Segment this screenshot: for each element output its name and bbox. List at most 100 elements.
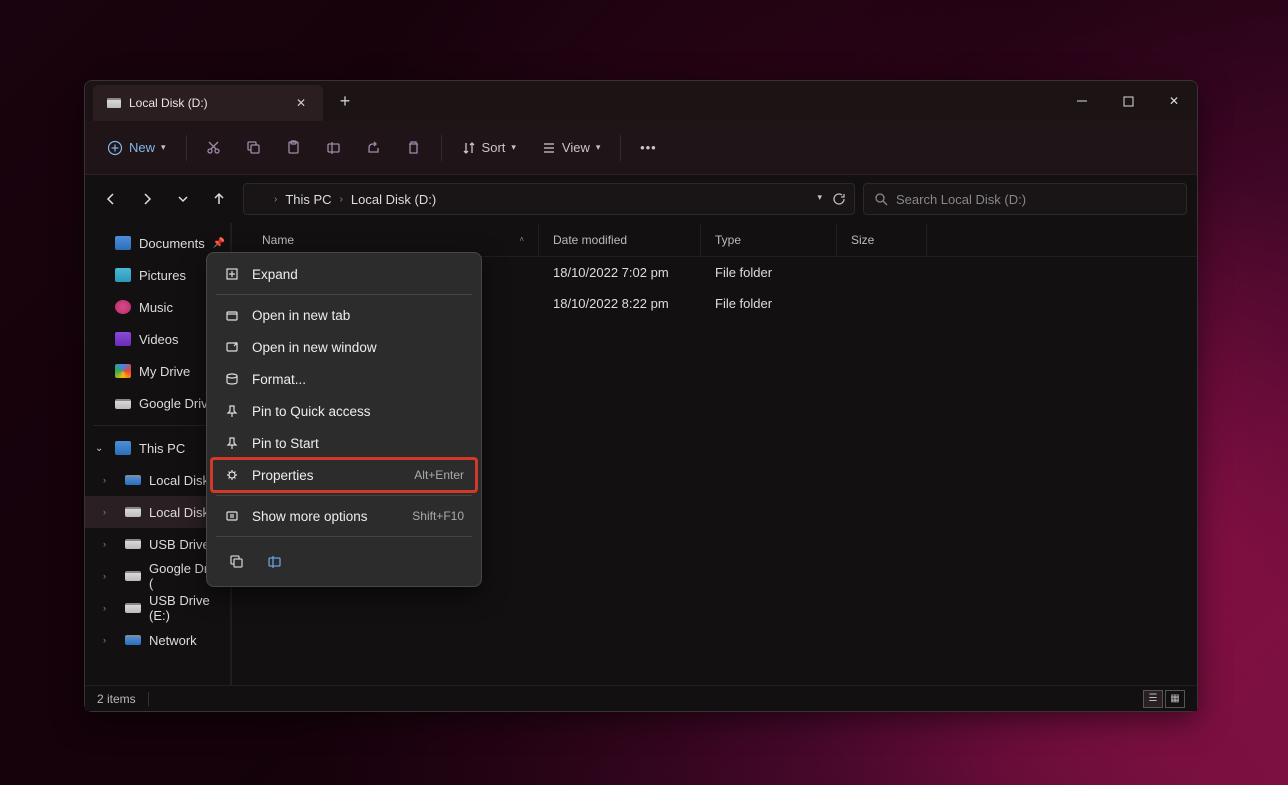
menu-item-pin-to-start[interactable]: Pin to Start	[212, 427, 476, 459]
close-tab-button[interactable]: ✕	[289, 91, 313, 115]
drive-icon	[125, 475, 141, 485]
drive-icon	[115, 399, 131, 409]
menu-item-open-in-new-tab[interactable]: Open in new tab	[212, 299, 476, 331]
list-icon	[542, 141, 556, 155]
sort-icon	[462, 141, 476, 155]
menu-separator	[216, 495, 472, 496]
more-button[interactable]: •••	[631, 131, 665, 165]
drive-icon	[125, 603, 141, 613]
menu-item-properties[interactable]: PropertiesAlt+Enter	[212, 459, 476, 491]
sidebar-item-label: USB Drive (E:)	[149, 593, 230, 623]
column-header-size[interactable]: Size	[837, 223, 927, 256]
separator	[93, 425, 222, 426]
search-box[interactable]: Search Local Disk (D:)	[863, 183, 1187, 215]
copy-action-button[interactable]	[222, 547, 250, 575]
close-window-button[interactable]: ✕	[1151, 81, 1197, 121]
menu-item-label: Format...	[252, 372, 306, 387]
drive-icon	[252, 194, 266, 204]
sidebar-item-label: Videos	[139, 332, 179, 347]
breadcrumb-current[interactable]: Local Disk (D:)	[351, 192, 436, 207]
new-button-label: New	[129, 140, 155, 155]
shortcut-label: Shift+F10	[412, 509, 464, 523]
item-count: 2 items	[97, 692, 136, 706]
ellipsis-icon: •••	[640, 140, 657, 155]
separator	[148, 692, 149, 706]
search-placeholder: Search Local Disk (D:)	[896, 192, 1026, 207]
window-tab[interactable]: Local Disk (D:) ✕	[93, 85, 323, 121]
chevron-right-icon: ›	[103, 539, 106, 549]
column-header-date[interactable]: Date modified	[539, 223, 701, 256]
sidebar-item-label: This PC	[139, 441, 185, 456]
sidebar-item-drive[interactable]: › USB Drive (E:)	[85, 592, 230, 624]
rename-action-button[interactable]	[260, 547, 288, 575]
minimize-button[interactable]	[1059, 81, 1105, 121]
new-window-icon	[224, 339, 240, 355]
window-controls: ✕	[1059, 81, 1197, 121]
chevron-down-icon: ⌄	[95, 443, 103, 454]
status-bar: 2 items ☰ ▦	[85, 685, 1197, 711]
new-tab-button[interactable]: +	[327, 81, 363, 121]
sidebar-item-label: My Drive	[139, 364, 190, 379]
sort-button[interactable]: Sort ▾	[452, 131, 526, 165]
new-button[interactable]: New ▾	[97, 131, 176, 165]
format-icon	[224, 371, 240, 387]
forward-button[interactable]	[131, 183, 163, 215]
drive-icon	[125, 571, 141, 581]
view-button[interactable]: View ▾	[532, 131, 610, 165]
share-button[interactable]	[357, 131, 391, 165]
menu-item-expand[interactable]: Expand	[212, 258, 476, 290]
menu-item-label: Pin to Start	[252, 436, 319, 451]
pictures-icon	[115, 268, 131, 282]
maximize-button[interactable]	[1105, 81, 1151, 121]
menu-item-label: Expand	[252, 267, 298, 282]
back-button[interactable]	[95, 183, 127, 215]
refresh-button[interactable]	[832, 192, 846, 206]
sort-button-label: Sort	[482, 140, 506, 155]
rename-button[interactable]	[317, 131, 351, 165]
sidebar-item-label: Documents	[139, 236, 205, 251]
menu-item-show-more-options[interactable]: Show more optionsShift+F10	[212, 500, 476, 532]
menu-item-open-in-new-window[interactable]: Open in new window	[212, 331, 476, 363]
column-header-type[interactable]: Type	[701, 223, 837, 256]
pin-icon: 📌	[213, 238, 225, 249]
context-menu: Expand Open in new tab Open in new window F…	[206, 252, 482, 587]
chevron-right-icon: ›	[103, 603, 106, 613]
breadcrumb-root[interactable]: This PC	[285, 192, 331, 207]
separator	[441, 135, 442, 161]
delete-button[interactable]	[397, 131, 431, 165]
paste-button[interactable]	[277, 131, 311, 165]
address-dropdown-button[interactable]: ▾	[817, 192, 822, 206]
trash-icon	[406, 140, 421, 155]
gdrive-icon	[115, 364, 131, 378]
cut-button[interactable]	[197, 131, 231, 165]
menu-item-pin-to-quick-access[interactable]: Pin to Quick access	[212, 395, 476, 427]
drive-icon	[125, 635, 141, 645]
menu-item-format-[interactable]: Format...	[212, 363, 476, 395]
drive-icon	[125, 507, 141, 517]
cell-date: 18/10/2022 8:22 pm	[539, 296, 701, 311]
new-tab-icon	[224, 307, 240, 323]
menu-item-label: Open in new window	[252, 340, 377, 355]
up-button[interactable]	[203, 183, 235, 215]
address-bar[interactable]: › This PC › Local Disk (D:) ▾	[243, 183, 855, 215]
chevron-down-icon: ▾	[596, 142, 601, 153]
more-icon	[224, 508, 240, 524]
chevron-right-icon: ›	[103, 571, 106, 581]
chevron-right-icon: ›	[340, 194, 343, 205]
history-button[interactable]	[167, 183, 199, 215]
sidebar-item-drive[interactable]: ›Network	[85, 624, 230, 656]
sidebar-item-label: Google Drive	[139, 396, 215, 411]
copy-button[interactable]	[237, 131, 271, 165]
icons-view-button[interactable]: ▦	[1165, 690, 1185, 708]
sidebar-item-label: Network	[149, 633, 197, 648]
view-button-label: View	[562, 140, 590, 155]
details-view-button[interactable]: ☰	[1143, 690, 1163, 708]
documents-icon	[115, 236, 131, 250]
drive-icon	[125, 539, 141, 549]
sidebar-item-label: Music	[139, 300, 173, 315]
command-toolbar: New ▾ Sort ▾ View ▾ •••	[85, 121, 1197, 175]
sort-indicator-icon: ˄	[519, 235, 524, 244]
cell-date: 18/10/2022 7:02 pm	[539, 265, 701, 280]
menu-item-label: Properties	[252, 468, 314, 483]
chevron-right-icon: ›	[103, 475, 106, 485]
